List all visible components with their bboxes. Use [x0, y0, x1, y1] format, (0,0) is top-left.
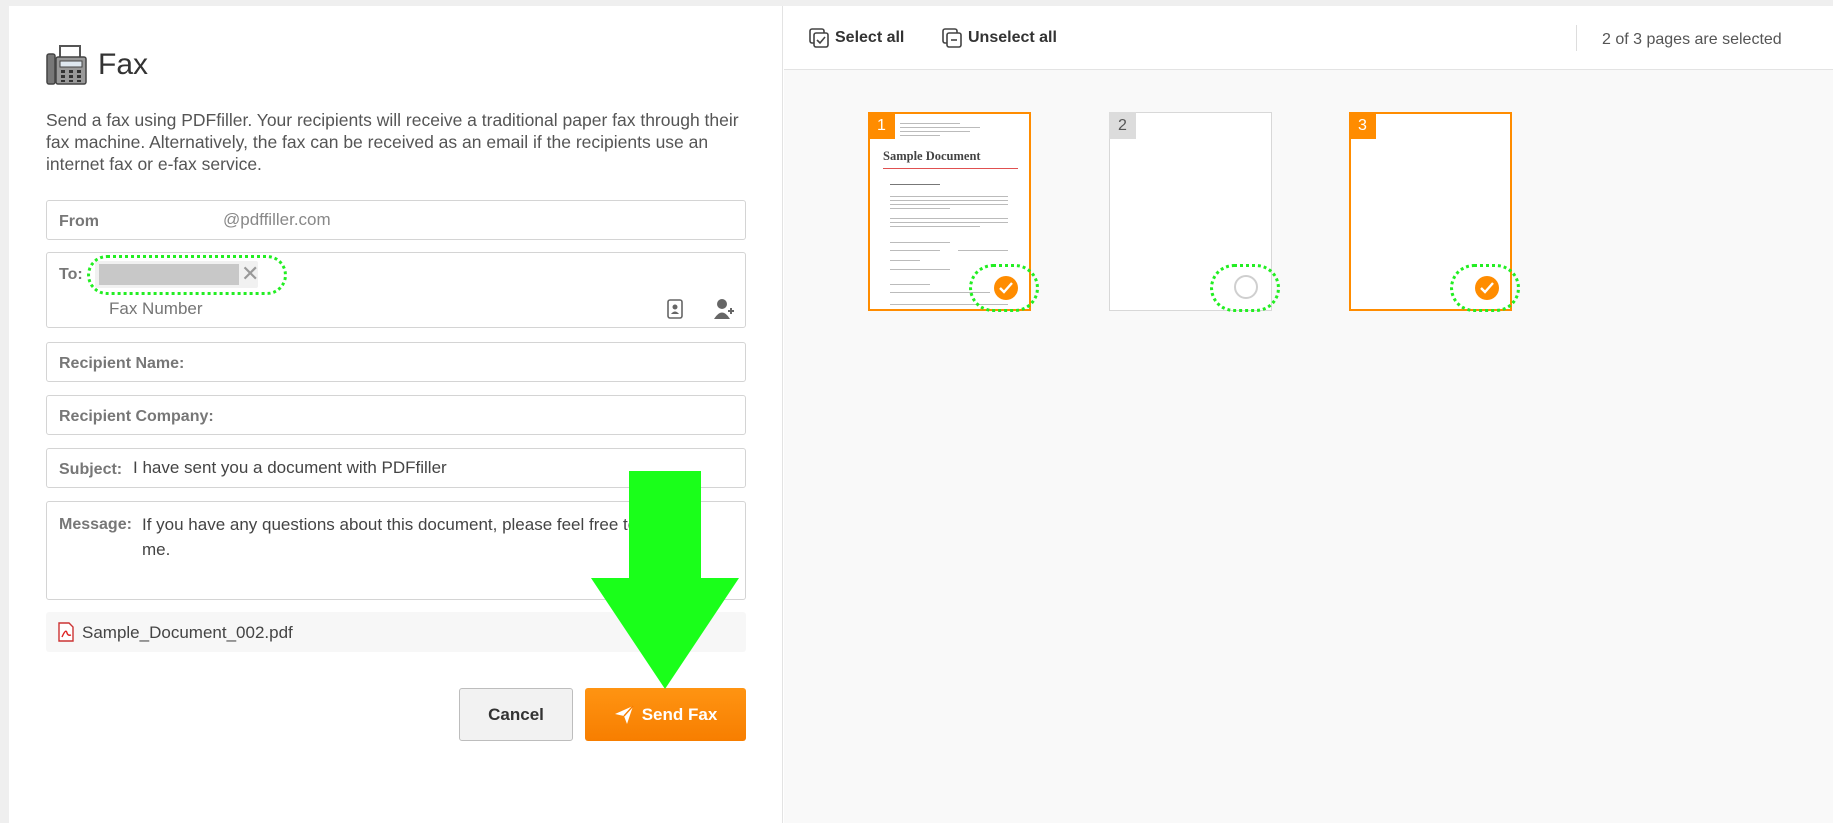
- from-field[interactable]: From @pdffiller.com: [46, 200, 746, 240]
- checkbox-highlight: [1450, 264, 1520, 312]
- from-value: @pdffiller.com: [223, 210, 331, 229]
- page-number-badge: 3: [1349, 112, 1376, 139]
- to-field[interactable]: To: ✕: [46, 252, 746, 328]
- recipient-name-label: Recipient Name:: [59, 355, 185, 372]
- address-book-icon[interactable]: [667, 299, 683, 319]
- toolbar-divider: [1576, 25, 1577, 51]
- sample-document-title: Sample Document: [883, 149, 981, 163]
- recipient-company-label: Recipient Company:: [59, 408, 214, 425]
- page-thumbnail-2[interactable]: 2: [1109, 112, 1280, 312]
- page-selection-panel: Select all Unselect all 2 of 3 pages are…: [784, 6, 1833, 823]
- fax-number-input[interactable]: [109, 299, 489, 319]
- fax-form-panel: Fax Send a fax using PDFfiller. Your rec…: [9, 6, 783, 823]
- unselect-all-label: Unselect all: [968, 29, 1057, 46]
- checkbox-highlight: [969, 264, 1039, 312]
- app-frame: Fax Send a fax using PDFfiller. Your rec…: [9, 6, 1833, 823]
- page-title: Fax: [98, 48, 149, 81]
- unselect-all-icon: [942, 28, 962, 48]
- page-number-badge: 2: [1109, 112, 1136, 139]
- unselect-all-button[interactable]: Unselect all: [942, 28, 1057, 48]
- page-number-badge: 1: [868, 112, 895, 139]
- selection-status: 2 of 3 pages are selected: [1602, 31, 1782, 48]
- fax-description: Send a fax using PDFfiller. Your recipie…: [46, 110, 739, 174]
- select-all-icon: [809, 28, 829, 48]
- select-all-label: Select all: [835, 29, 905, 46]
- send-fax-label: Send Fax: [641, 704, 718, 724]
- add-contact-icon[interactable]: [713, 297, 735, 321]
- page-toolbar: Select all Unselect all 2 of 3 pages are…: [784, 6, 1833, 70]
- checkbox-highlight: [1210, 264, 1280, 312]
- message-label: Message:: [59, 516, 132, 533]
- select-all-button[interactable]: Select all: [809, 28, 904, 48]
- to-label: To:: [59, 266, 83, 283]
- page-thumbnail-3[interactable]: 3: [1349, 112, 1520, 312]
- subject-value: I have sent you a document with PDFfille…: [133, 458, 447, 477]
- recipient-name-field[interactable]: Recipient Name:: [46, 342, 746, 382]
- cancel-button[interactable]: Cancel: [459, 688, 573, 741]
- recipient-company-field[interactable]: Recipient Company:: [46, 395, 746, 435]
- page-thumbnail-1[interactable]: 1 Sample Document: [868, 112, 1039, 312]
- fax-machine-icon: [46, 45, 87, 85]
- pdf-file-icon: [58, 622, 74, 642]
- subject-label: Subject:: [59, 461, 123, 478]
- from-label: From: [59, 213, 99, 230]
- attachment-name: Sample_Document_002.pdf: [82, 623, 293, 642]
- fax-header: Fax: [46, 44, 148, 86]
- recipient-highlight: [87, 255, 287, 295]
- paper-plane-icon: [614, 705, 634, 724]
- send-fax-button[interactable]: Send Fax: [585, 688, 746, 741]
- annotation-arrow-icon: [591, 471, 739, 689]
